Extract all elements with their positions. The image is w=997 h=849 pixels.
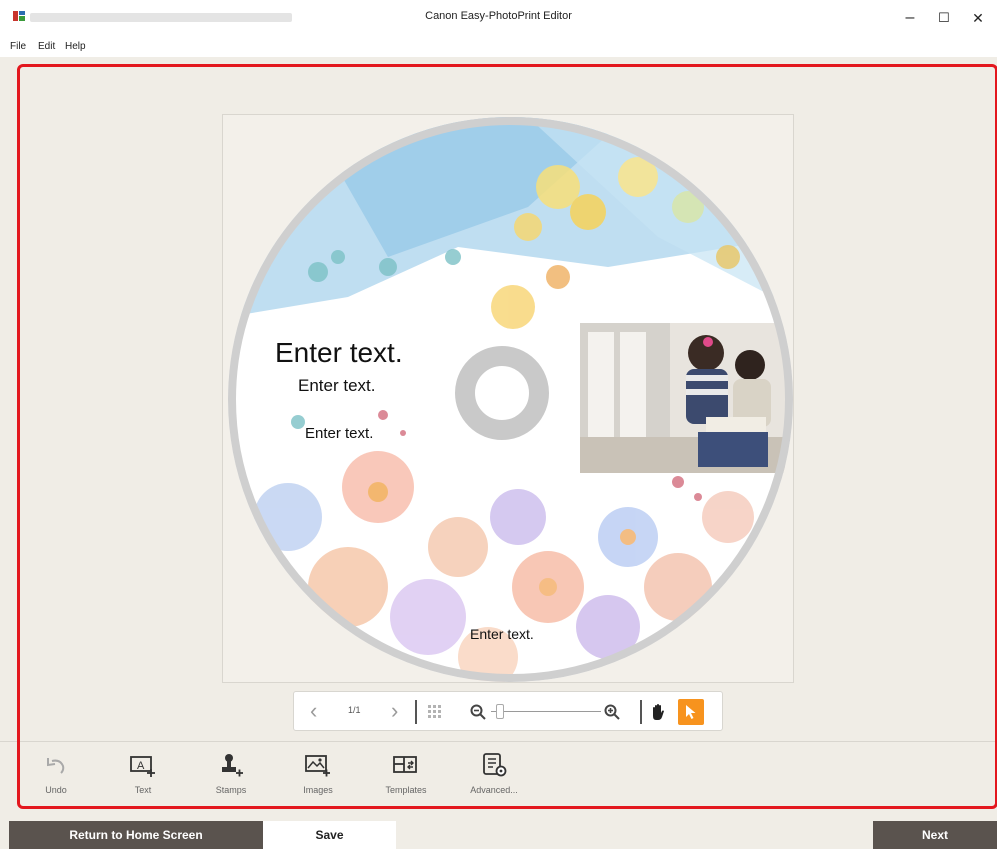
disc-center-hole bbox=[455, 346, 549, 440]
window-title: Canon Easy-PhotoPrint Editor bbox=[425, 10, 572, 22]
text-box[interactable]: Enter text. bbox=[470, 626, 534, 642]
undo-button[interactable]: Undo bbox=[21, 748, 91, 800]
zoom-out-icon[interactable] bbox=[470, 704, 486, 720]
stamps-button[interactable]: Stamps bbox=[196, 748, 266, 800]
stamps-label: Stamps bbox=[215, 785, 247, 795]
text-box[interactable]: Enter text. bbox=[298, 376, 375, 396]
page-indicator: 1/1 bbox=[348, 705, 361, 715]
menu-edit[interactable]: Edit bbox=[38, 41, 55, 52]
page-navigation-bar: ‹ 1/1 › bbox=[293, 691, 723, 731]
pointer-icon bbox=[686, 705, 696, 719]
zoom-slider-track[interactable] bbox=[491, 711, 601, 712]
previous-page-button[interactable]: ‹ bbox=[310, 698, 317, 724]
templates-label: Templates bbox=[385, 785, 427, 795]
zoom-slider-thumb[interactable] bbox=[496, 704, 504, 719]
hand-tool-icon[interactable] bbox=[650, 703, 666, 721]
menu-help[interactable]: Help bbox=[65, 41, 86, 52]
advanced-label: Advanced... bbox=[470, 785, 518, 795]
maximize-button[interactable]: ☐ bbox=[932, 6, 956, 30]
advanced-icon bbox=[483, 753, 507, 777]
images-label: Images bbox=[303, 785, 333, 795]
close-button[interactable]: ✕ bbox=[966, 6, 990, 30]
undo-icon bbox=[47, 758, 65, 774]
next-page-button[interactable]: › bbox=[391, 698, 398, 724]
menu-bar: File Edit Help bbox=[0, 37, 997, 57]
text-box[interactable]: Enter text. bbox=[275, 337, 403, 369]
select-tool-button[interactable] bbox=[678, 699, 704, 725]
svg-text:A: A bbox=[137, 760, 145, 772]
stamp-icon bbox=[222, 754, 243, 777]
divider bbox=[640, 700, 642, 724]
save-button[interactable]: Save bbox=[263, 821, 396, 849]
images-button[interactable]: Images bbox=[283, 748, 353, 800]
template-icon bbox=[393, 756, 417, 773]
next-button[interactable]: Next bbox=[873, 821, 997, 849]
return-home-button[interactable]: Return to Home Screen bbox=[9, 821, 263, 849]
undo-label: Undo bbox=[45, 785, 67, 795]
text-button[interactable]: A Text bbox=[108, 748, 178, 800]
minimize-button[interactable]: – bbox=[898, 6, 922, 30]
text-icon: A bbox=[130, 756, 155, 777]
templates-button[interactable]: Templates bbox=[371, 748, 441, 800]
text-box[interactable]: Enter text. bbox=[305, 425, 373, 442]
toolbar-divider bbox=[0, 741, 997, 742]
photo-frame bbox=[580, 323, 785, 473]
title-bar: Canon Easy-PhotoPrint Editor – ☐ ✕ bbox=[0, 0, 997, 37]
divider bbox=[415, 700, 417, 724]
text-label: Text bbox=[134, 785, 152, 795]
advanced-button[interactable]: Advanced... bbox=[459, 748, 529, 800]
image-icon bbox=[305, 755, 330, 777]
grid-view-icon[interactable] bbox=[428, 705, 442, 719]
menu-file[interactable]: File bbox=[10, 41, 26, 52]
zoom-in-icon[interactable] bbox=[604, 704, 620, 720]
